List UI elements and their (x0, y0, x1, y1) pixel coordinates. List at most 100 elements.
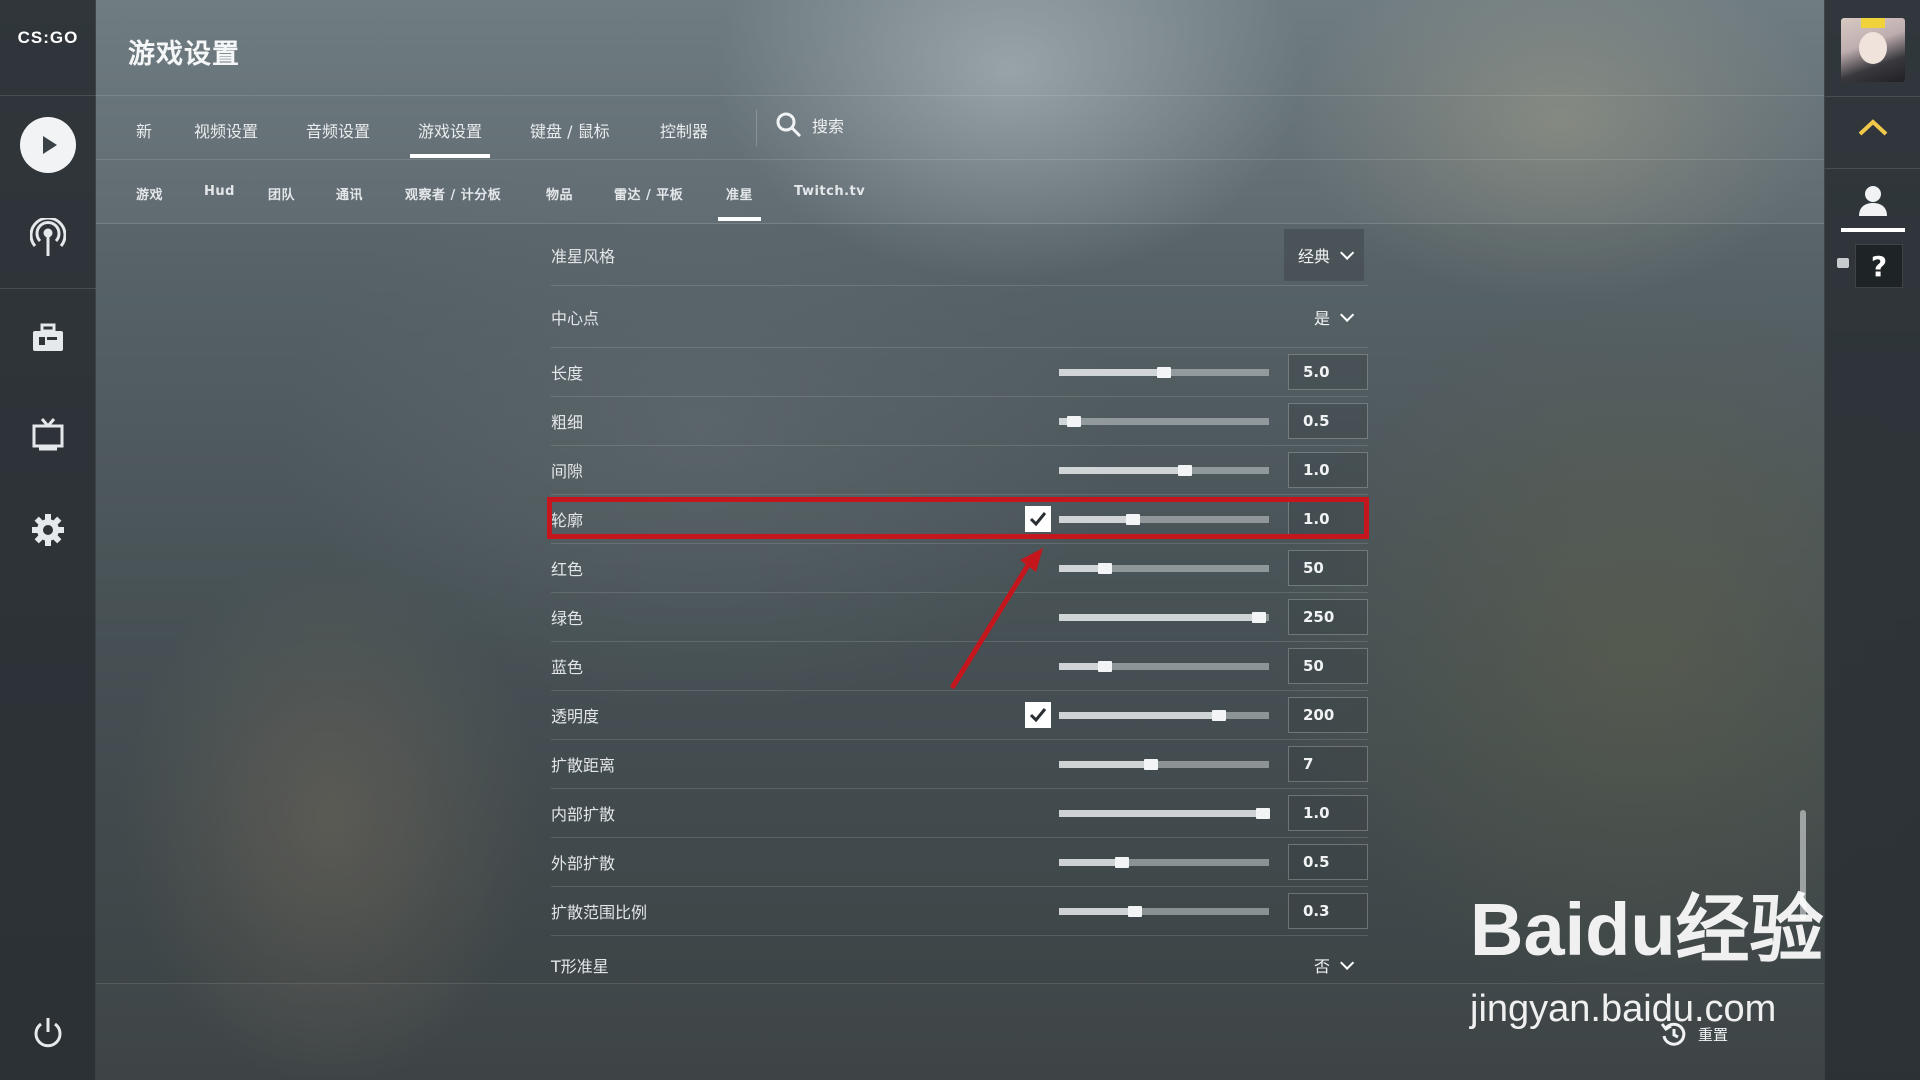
setting-slider[interactable] (1059, 563, 1269, 574)
setting-value-input[interactable]: 200 (1288, 697, 1368, 733)
tab-new[interactable]: 新 (136, 118, 152, 142)
setting-label: 外部扩散 (551, 854, 616, 873)
enable-checkbox[interactable] (1025, 702, 1051, 728)
subtab-game[interactable]: 游戏 (136, 184, 163, 203)
sidebar-divider (0, 288, 96, 289)
setting-row-slider: 透明度 200 (551, 691, 1368, 740)
slider-fill (1059, 369, 1164, 376)
slider-fill (1059, 859, 1122, 866)
setting-slider[interactable] (1059, 710, 1269, 721)
setting-value-input[interactable]: 5.0 (1288, 354, 1368, 390)
slider-fill (1059, 712, 1219, 719)
slider-thumb[interactable] (1178, 465, 1192, 476)
setting-slider[interactable] (1059, 612, 1269, 623)
subtab-twitch[interactable]: Twitch.tv (794, 184, 865, 199)
setting-slider[interactable] (1059, 465, 1269, 476)
subtab-crosshair[interactable]: 准星 (717, 184, 762, 221)
slider-fill (1059, 614, 1259, 621)
slider-fill (1059, 908, 1135, 915)
setting-label: 内部扩散 (551, 805, 616, 824)
avatar[interactable] (1841, 18, 1905, 82)
center-dot-dropdown[interactable]: 是 (1300, 291, 1364, 343)
slider-fill (1059, 810, 1263, 817)
setting-value-input[interactable]: 0.5 (1288, 844, 1368, 880)
setting-label: 绿色 (551, 609, 584, 628)
setting-value-input[interactable]: 50 (1288, 648, 1368, 684)
setting-label: 扩散距离 (551, 756, 616, 775)
sidebar-divider (0, 95, 96, 96)
setting-slider[interactable] (1059, 906, 1269, 917)
power-icon[interactable] (28, 1012, 68, 1052)
subtab-communication[interactable]: 通讯 (336, 184, 363, 203)
setting-row-t-style: T形准星 否 (551, 936, 1368, 994)
dropdown-value: 是 (1313, 308, 1330, 328)
slider-thumb[interactable] (1066, 416, 1081, 427)
setting-label: 透明度 (551, 707, 600, 726)
tv-icon[interactable] (28, 414, 68, 454)
setting-label: 长度 (551, 364, 584, 383)
tab-keyboard-mouse[interactable]: 键盘 / 鼠标 (530, 118, 610, 142)
chevron-up-icon[interactable] (1857, 116, 1889, 142)
tab-audio[interactable]: 音频设置 (306, 118, 370, 142)
chevron-down-icon (1340, 307, 1355, 322)
setting-slider[interactable] (1059, 857, 1269, 868)
setting-label: 间隙 (551, 462, 584, 481)
user-icon[interactable] (1855, 184, 1891, 222)
setting-value-input[interactable]: 1.0 (1288, 795, 1368, 831)
active-indicator (1841, 228, 1905, 232)
play-button[interactable] (20, 117, 76, 173)
setting-row-slider: 长度 5.0 (551, 348, 1368, 397)
slider-thumb[interactable] (1098, 563, 1113, 574)
page-title: 游戏设置 (128, 39, 240, 70)
highlight-box (547, 497, 1369, 539)
setting-value-input[interactable]: 0.3 (1288, 893, 1368, 929)
setting-value-input[interactable]: 50 (1288, 550, 1368, 586)
search-icon (776, 112, 802, 138)
slider-thumb[interactable] (1157, 367, 1171, 378)
slider-thumb[interactable] (1211, 710, 1226, 721)
gear-icon[interactable] (28, 510, 68, 550)
subtab-spectator-scoreboard[interactable]: 观察者 / 计分板 (405, 184, 501, 203)
slider-fill (1059, 467, 1185, 474)
dropdown-value: 经典 (1297, 246, 1330, 266)
slider-thumb[interactable] (1098, 661, 1113, 672)
setting-slider[interactable] (1059, 416, 1269, 427)
footer-divider (96, 983, 1824, 984)
tab-controller[interactable]: 控制器 (660, 118, 708, 142)
subtab-team[interactable]: 团队 (268, 184, 295, 203)
subtab-hud[interactable]: Hud (204, 184, 235, 199)
setting-row-slider: 扩散距离 7 (551, 740, 1368, 789)
setting-row-slider: 粗细 0.5 (551, 397, 1368, 446)
search-label: 搜索 (812, 117, 845, 136)
setting-slider[interactable] (1059, 759, 1269, 770)
setting-slider[interactable] (1059, 661, 1269, 672)
subtab-radar-tablet[interactable]: 雷达 / 平板 (614, 184, 683, 203)
slider-thumb[interactable] (1255, 808, 1270, 819)
setting-value-input[interactable]: 250 (1288, 599, 1368, 635)
setting-value-input[interactable]: 0.5 (1288, 403, 1368, 439)
setting-row-slider: 内部扩散 1.0 (551, 789, 1368, 838)
broadcast-icon[interactable] (28, 218, 68, 258)
setting-slider[interactable] (1059, 808, 1270, 819)
setting-row-slider: 蓝色 50 (551, 642, 1368, 691)
search-button[interactable]: 搜索 (776, 112, 844, 138)
slider-thumb[interactable] (1144, 759, 1159, 770)
crosshair-style-dropdown[interactable]: 经典 (1283, 228, 1364, 281)
crown-icon (1861, 18, 1885, 28)
setting-row-slider: 扩散范围比例 0.3 (551, 887, 1368, 936)
help-icon[interactable]: ? (1855, 244, 1903, 288)
slider-thumb[interactable] (1127, 906, 1142, 917)
tab-game-settings[interactable]: 游戏设置 (409, 118, 491, 158)
setting-value-input[interactable]: 7 (1288, 746, 1368, 782)
slider-thumb[interactable] (1115, 857, 1129, 868)
inventory-icon[interactable] (28, 318, 68, 358)
setting-slider[interactable] (1059, 367, 1269, 378)
setting-label: 红色 (551, 560, 584, 579)
avatar-face (1859, 32, 1887, 64)
left-sidebar: CS:GO (0, 0, 96, 1080)
setting-value-input[interactable]: 1.0 (1288, 452, 1368, 488)
dropdown-value: 否 (1313, 957, 1330, 976)
tab-video[interactable]: 视频设置 (194, 118, 258, 142)
subtab-items[interactable]: 物品 (546, 184, 573, 203)
slider-thumb[interactable] (1251, 612, 1266, 623)
